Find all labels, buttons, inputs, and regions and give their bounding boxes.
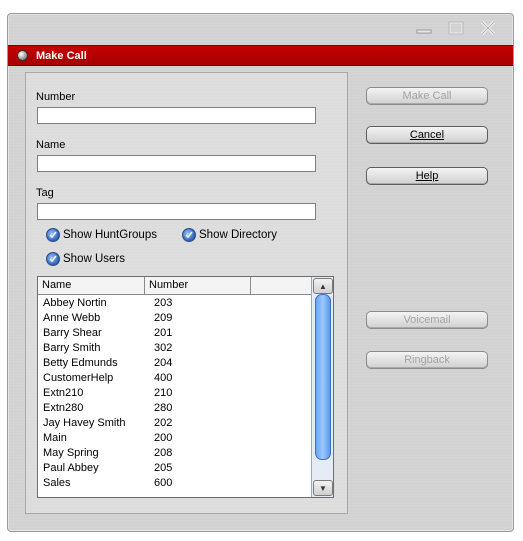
list-header: Name Number (38, 277, 333, 295)
name-label: Name (36, 139, 66, 151)
close-icon[interactable] (479, 20, 497, 36)
title-bar: Make Call (8, 45, 513, 66)
list-item-number: 205 (154, 462, 173, 474)
list-item-name: Abbey Nortin (43, 297, 107, 309)
checkmark-icon (46, 252, 60, 266)
list-item-name: Extn210 (43, 387, 84, 399)
checkmark-icon (182, 228, 196, 242)
list-item[interactable]: Main 200 (38, 431, 214, 446)
list-item[interactable]: Extn280 280 (38, 401, 214, 416)
window-title: Make Call (36, 49, 87, 62)
list-item-name: May Spring (43, 447, 99, 459)
list-item[interactable]: Anne Webb 209 (38, 311, 214, 326)
list-item-number: 202 (154, 417, 173, 429)
list-item-number: 204 (154, 357, 173, 369)
tag-field[interactable] (37, 203, 316, 220)
show-users-label: Show Users (63, 253, 125, 265)
number-label: Number (36, 91, 76, 103)
minimize-icon[interactable] (415, 20, 433, 36)
list-item-name: Barry Shear (43, 327, 102, 339)
list-item-name: Betty Edmunds (43, 357, 118, 369)
cancel-button[interactable]: Cancel (366, 126, 488, 144)
scroll-thumb[interactable] (315, 294, 331, 460)
list-item-name: Jay Havey Smith (43, 417, 126, 429)
window-controls (415, 20, 497, 36)
list-item[interactable]: CustomerHelp 400 (38, 371, 214, 386)
list-item-name: Paul Abbey (43, 462, 99, 474)
list-item[interactable]: Sales 600 (38, 476, 214, 491)
scroll-down-icon[interactable]: ▼ (313, 480, 333, 496)
list-item-name: Anne Webb (43, 312, 101, 324)
ringback-button[interactable]: Ringback (366, 351, 488, 369)
list-item-number: 210 (154, 387, 173, 399)
list-item[interactable]: Jay Havey Smith 202 (38, 416, 214, 431)
tag-label: Tag (36, 187, 54, 199)
list-item[interactable]: Extn210 210 (38, 386, 214, 401)
help-button[interactable]: Help (366, 167, 488, 185)
scroll-up-icon[interactable]: ▲ (313, 278, 333, 294)
list-item-name: Main (43, 432, 67, 444)
checkmark-icon (46, 228, 60, 242)
list-item-name: Extn280 (43, 402, 84, 414)
window-menu-icon[interactable] (17, 50, 28, 61)
make-call-button[interactable]: Make Call (366, 87, 488, 105)
column-header-number[interactable]: Number (145, 277, 251, 294)
show-directory-checkbox[interactable]: Show Directory (182, 228, 277, 242)
list-item-number: 600 (154, 477, 173, 489)
vertical-scrollbar[interactable]: ▲ ▼ (311, 277, 333, 497)
list-item-number: 400 (154, 372, 173, 384)
list-item-name: Barry Smith (43, 342, 101, 354)
list-item-number: 201 (154, 327, 173, 339)
list-item-name: Sales (43, 477, 71, 489)
list-rows: Abbey Nortin 203 Anne Webb 209 Barry Shear 20… (38, 296, 214, 491)
list-item-number: 203 (154, 297, 173, 309)
list-item-number: 280 (154, 402, 173, 414)
list-item-name: CustomerHelp (43, 372, 114, 384)
list-item[interactable]: Barry Shear 201 (38, 326, 214, 341)
list-item-number: 209 (154, 312, 173, 324)
name-field[interactable] (37, 155, 316, 172)
cancel-button-label: Cancel (409, 129, 445, 141)
list-item[interactable]: Paul Abbey 205 (38, 461, 214, 476)
show-huntgroups-label: Show HuntGroups (63, 229, 157, 241)
list-item[interactable]: Barry Smith 302 (38, 341, 214, 356)
list-item-number: 208 (154, 447, 173, 459)
voicemail-button[interactable]: Voicemail (366, 311, 488, 329)
maximize-icon[interactable] (447, 20, 465, 36)
help-button-label: Help (415, 170, 439, 182)
show-directory-label: Show Directory (199, 229, 277, 241)
show-huntgroups-checkbox[interactable]: Show HuntGroups (46, 228, 157, 242)
column-header-name[interactable]: Name (38, 277, 145, 294)
column-header-extra[interactable] (251, 277, 313, 294)
directory-list[interactable]: Name Number Abbey Nortin 203 Anne Webb 209 B… (37, 276, 334, 498)
list-item-number: 302 (154, 342, 173, 354)
list-item-number: 200 (154, 432, 173, 444)
list-item[interactable]: May Spring 208 (38, 446, 214, 461)
list-item[interactable]: Betty Edmunds 204 (38, 356, 214, 371)
number-field[interactable] (37, 107, 316, 124)
show-users-checkbox[interactable]: Show Users (46, 252, 125, 266)
list-item[interactable]: Abbey Nortin 203 (38, 296, 214, 311)
